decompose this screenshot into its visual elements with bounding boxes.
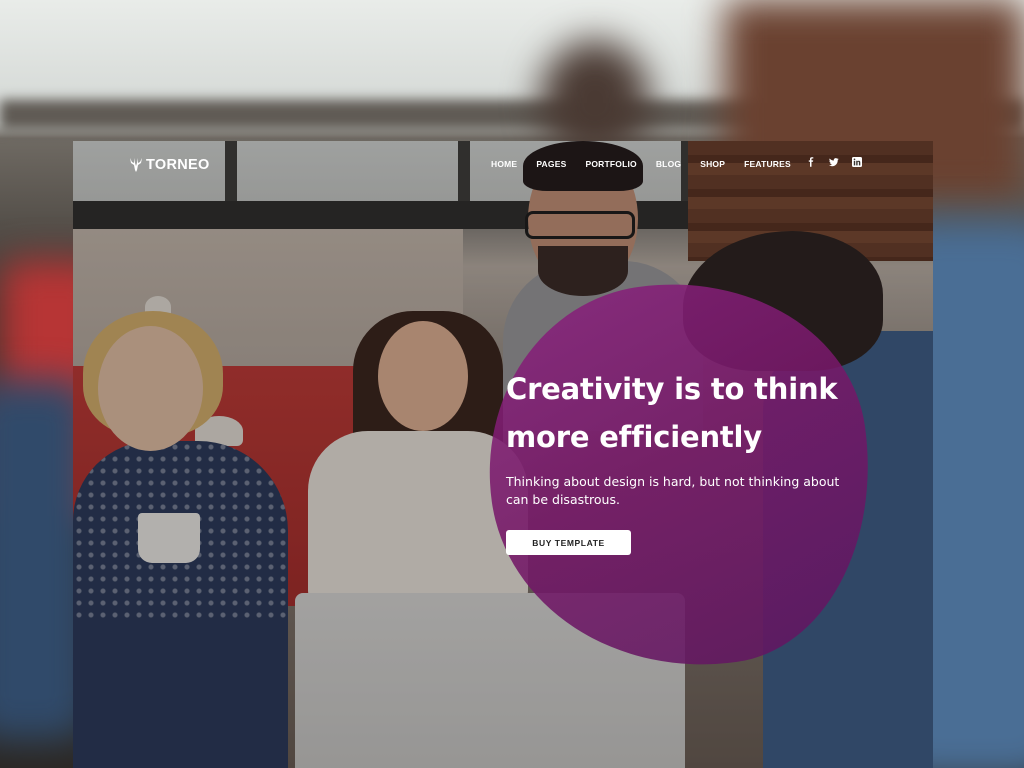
menu-item-features[interactable]: FEATURES xyxy=(744,159,791,169)
deer-antler-icon xyxy=(130,158,142,172)
hero-headline: Creativity is to think more efficiently xyxy=(506,372,838,454)
menu-item-blog[interactable]: BLOG xyxy=(656,159,681,169)
menu-item-shop[interactable]: SHOP xyxy=(700,159,725,169)
menu-item-portfolio[interactable]: PORTFOLIO xyxy=(585,159,636,169)
social-links xyxy=(806,157,862,167)
linkedin-icon[interactable] xyxy=(852,157,862,167)
brand-logo[interactable]: TORNEO xyxy=(129,157,210,173)
menu-item-pages[interactable]: PAGES xyxy=(536,159,566,169)
facebook-icon[interactable] xyxy=(806,157,816,167)
buy-template-button[interactable]: BUY TEMPLATE xyxy=(506,530,631,555)
top-navbar: TORNEO HOME PAGES PORTFOLIO BLOG SHOP FE… xyxy=(73,141,933,191)
menu-item-home[interactable]: HOME xyxy=(491,159,517,169)
twitter-icon[interactable] xyxy=(829,157,839,167)
main-menu: HOME PAGES PORTFOLIO BLOG SHOP FEATURES xyxy=(491,159,810,169)
hero-section: TORNEO HOME PAGES PORTFOLIO BLOG SHOP FE… xyxy=(73,141,933,768)
brand-name: TORNEO xyxy=(146,157,210,173)
hero-subheadline: Thinking about design is hard, but not t… xyxy=(506,474,840,507)
